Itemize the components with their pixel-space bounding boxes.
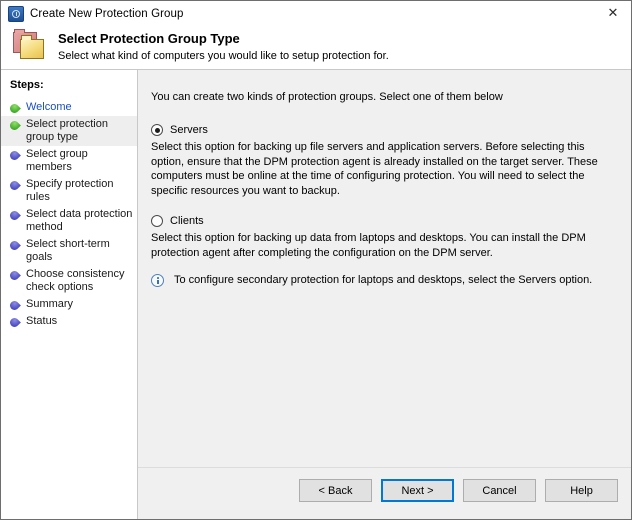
cancel-button[interactable]: Cancel [463,479,536,502]
folders-icon [13,29,47,62]
sidebar-item-select-protection-group-type[interactable]: Select protection group type [1,116,137,146]
sidebar-item-label: Select protection group type [26,118,108,143]
dialog-body: Steps: Welcome Select protection group t… [1,70,631,513]
sidebar-item-label: Summary [26,298,74,310]
sidebar-item-label: Select short-term goals [26,238,110,263]
title-bar: Create New Protection Group ✕ [1,1,631,26]
option-description-servers: Select this option for backing up file s… [151,141,598,197]
steps-heading: Steps: [10,79,44,91]
folder-front-shape [20,39,44,59]
page-title: Select Protection Group Type [58,31,240,46]
step-bullet-icon [8,316,21,329]
dpm-app-icon [8,5,24,22]
dialog-footer: < Back Next > Cancel Help [138,467,631,513]
folder-back-tab-shape [14,29,25,33]
info-note-text: To configure secondary protection for la… [174,274,593,286]
step-bullet-icon [8,102,21,115]
radio-row-servers[interactable]: Servers [151,124,619,136]
sidebar-item-label: Choose consistency check options [26,268,125,293]
option-description-clients: Select this option for backing up data f… [151,232,586,259]
sidebar-item-select-group-members[interactable]: Select group members [1,146,137,176]
sidebar-item-label: Status [26,315,58,327]
sidebar-item-status[interactable]: Status [1,313,137,330]
back-button[interactable]: < Back [299,479,372,502]
sidebar-item-label: Select data protection method [26,208,133,233]
radio-label-clients: Clients [170,215,204,227]
step-bullet-icon [8,149,21,162]
help-button[interactable]: Help [545,479,618,502]
dialog-header: Select Protection Group Type Select what… [1,26,631,70]
sidebar-item-welcome[interactable]: Welcome [1,99,137,116]
step-bullet-icon [8,179,21,192]
step-bullet-icon [8,269,21,282]
step-bullet-icon [8,239,21,252]
option-servers: Servers Select this option for backing u… [151,124,619,198]
radio-servers[interactable] [151,124,163,136]
dialog-window: Create New Protection Group ✕ Select Pro… [0,0,632,520]
sidebar-item-choose-consistency-check-options[interactable]: Choose consistency check options [1,266,137,296]
page-subtitle: Select what kind of computers you would … [58,50,389,62]
sidebar-item-label: Select group members [26,148,88,173]
sidebar-item-label: Specify protection rules [26,178,114,203]
bottom-strip-left [1,513,138,519]
step-bullet-icon [8,299,21,312]
bottom-strip-right [138,513,631,519]
sidebar-item-label: Welcome [26,101,72,113]
close-icon[interactable]: ✕ [595,1,631,25]
window-title: Create New Protection Group [30,7,184,20]
radio-clients[interactable] [151,215,163,227]
info-icon [151,274,164,287]
radio-row-clients[interactable]: Clients [151,215,619,227]
header-text-group: Select Protection Group Type Select what… [58,30,389,64]
step-bullet-icon [8,209,21,222]
sidebar-item-specify-protection-rules[interactable]: Specify protection rules [1,176,137,206]
info-note: To configure secondary protection for la… [151,274,619,287]
sidebar-item-select-short-term-goals[interactable]: Select short-term goals [1,236,137,266]
main-content: You can create two kinds of protection g… [138,70,631,467]
step-bullet-icon [8,119,21,132]
intro-text: You can create two kinds of protection g… [151,91,503,103]
bottom-strip [1,513,631,519]
sidebar-item-select-data-protection-method[interactable]: Select data protection method [1,206,137,236]
steps-sidebar: Steps: Welcome Select protection group t… [1,70,138,513]
main-pane: You can create two kinds of protection g… [138,70,631,513]
next-button[interactable]: Next > [381,479,454,502]
folder-front-tab-shape [21,35,32,40]
sidebar-item-summary[interactable]: Summary [1,296,137,313]
radio-label-servers: Servers [170,124,208,136]
option-clients: Clients Select this option for backing u… [151,215,619,260]
